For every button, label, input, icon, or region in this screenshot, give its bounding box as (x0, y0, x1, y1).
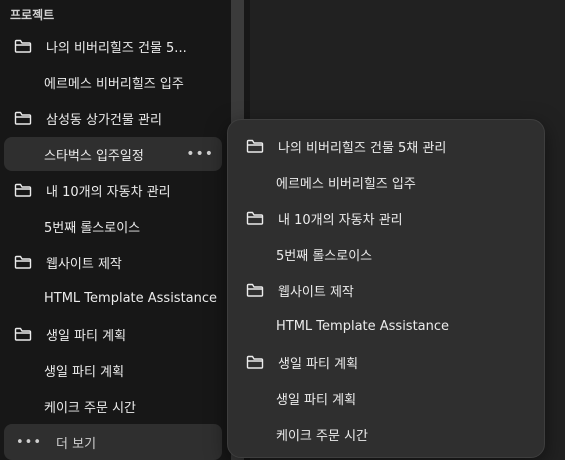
sidebar: 프로젝트 나의 비버리힐즈 건물 5... 에르메스 비버리힐즈 입주 삼성동 … (0, 0, 226, 460)
popup-chat-rolls-royce[interactable]: 5번째 롤스로이스 (276, 239, 372, 269)
projects-popup-menu: 나의 비버리힐즈 건물 5채 관리 에르메스 비버리힐즈 입주 내 10개의 자… (227, 119, 545, 458)
popup-chat-hermes[interactable]: 에르메스 비버리힐즈 입주 (276, 167, 416, 197)
projects-section-title: 프로젝트 (10, 8, 55, 22)
popup-chat-html-template[interactable]: HTML Template Assistance (276, 311, 449, 341)
sidebar-chat-starbucks[interactable]: 스타벅스 입주일정 ••• (4, 137, 222, 171)
sidebar-project-samsung-dong[interactable]: 삼성동 상가건물 관리 (4, 101, 222, 135)
folder-icon (14, 255, 32, 269)
sidebar-item-label: 스타벅스 입주일정 (44, 148, 144, 164)
folder-icon (14, 111, 32, 125)
more-horizontal-icon[interactable]: ••• (186, 137, 214, 171)
popup-item-label: 케이크 주문 시간 (276, 428, 368, 444)
popup-item-label: 생일 파티 계획 (276, 392, 357, 408)
popup-item-label: 내 10개의 자동차 관리 (278, 212, 403, 228)
popup-project-cars[interactable]: 내 10개의 자동차 관리 (246, 203, 403, 233)
sidebar-project-birthday[interactable]: 생일 파티 계획 (4, 317, 222, 351)
sidebar-chat-birthday-plan[interactable]: 생일 파티 계획 (4, 353, 222, 387)
sidebar-item-label: 삼성동 상가건물 관리 (46, 112, 162, 128)
popup-chat-cake-order[interactable]: 케이크 주문 시간 (276, 419, 368, 449)
sidebar-project-cars[interactable]: 내 10개의 자동차 관리 (4, 173, 222, 207)
sidebar-item-label: 에르메스 비버리힐즈 입주 (44, 76, 184, 92)
folder-icon (246, 211, 264, 225)
popup-item-label: 5번째 롤스로이스 (276, 248, 373, 264)
sidebar-item-label: 내 10개의 자동차 관리 (46, 184, 171, 200)
sidebar-chat-rolls-royce[interactable]: 5번째 롤스로이스 (4, 209, 222, 243)
sidebar-item-label: 생일 파티 계획 (44, 364, 125, 380)
popup-chat-birthday-plan[interactable]: 생일 파티 계획 (276, 383, 356, 413)
popup-project-website[interactable]: 웹사이트 제작 (246, 275, 354, 305)
sidebar-chat-hermes[interactable]: 에르메스 비버리힐즈 입주 (4, 65, 222, 99)
popup-item-label: HTML Template Assistance (276, 318, 450, 334)
popup-item-label: 웹사이트 제작 (278, 284, 354, 300)
sidebar-item-label: 웹사이트 제작 (46, 256, 122, 272)
folder-icon (14, 39, 32, 53)
sidebar-project-website[interactable]: 웹사이트 제작 (4, 245, 222, 279)
sidebar-item-label: 케이크 주문 시간 (44, 400, 136, 416)
folder-icon (14, 183, 32, 197)
more-horizontal-icon: ••• (16, 434, 43, 450)
popup-item-label: 나의 비버리힐즈 건물 5채 관리 (278, 140, 447, 156)
sidebar-project-beverly-hills[interactable]: 나의 비버리힐즈 건물 5... (4, 29, 222, 63)
popup-item-label: 생일 파티 계획 (278, 356, 359, 372)
sidebar-item-label: 나의 비버리힐즈 건물 5... (46, 40, 187, 56)
sidebar-chat-cake-order[interactable]: 케이크 주문 시간 (4, 389, 222, 423)
see-more-label: 더 보기 (56, 436, 97, 452)
popup-item-label: 에르메스 비버리힐즈 입주 (276, 176, 416, 192)
folder-icon (246, 283, 264, 297)
popup-project-birthday[interactable]: 생일 파티 계획 (246, 347, 358, 377)
sidebar-item-label: 생일 파티 계획 (46, 328, 127, 344)
sidebar-item-label: HTML Template Assistance (44, 290, 218, 306)
folder-icon (14, 327, 32, 341)
popup-project-beverly-hills[interactable]: 나의 비버리힐즈 건물 5채 관리 (246, 131, 446, 161)
folder-icon (246, 139, 264, 153)
sidebar-chat-html-template[interactable]: HTML Template Assistance (4, 281, 222, 315)
sidebar-item-label: 5번째 롤스로이스 (44, 220, 141, 236)
see-more-button[interactable]: ••• 더 보기 (4, 424, 222, 460)
folder-icon (246, 355, 264, 369)
